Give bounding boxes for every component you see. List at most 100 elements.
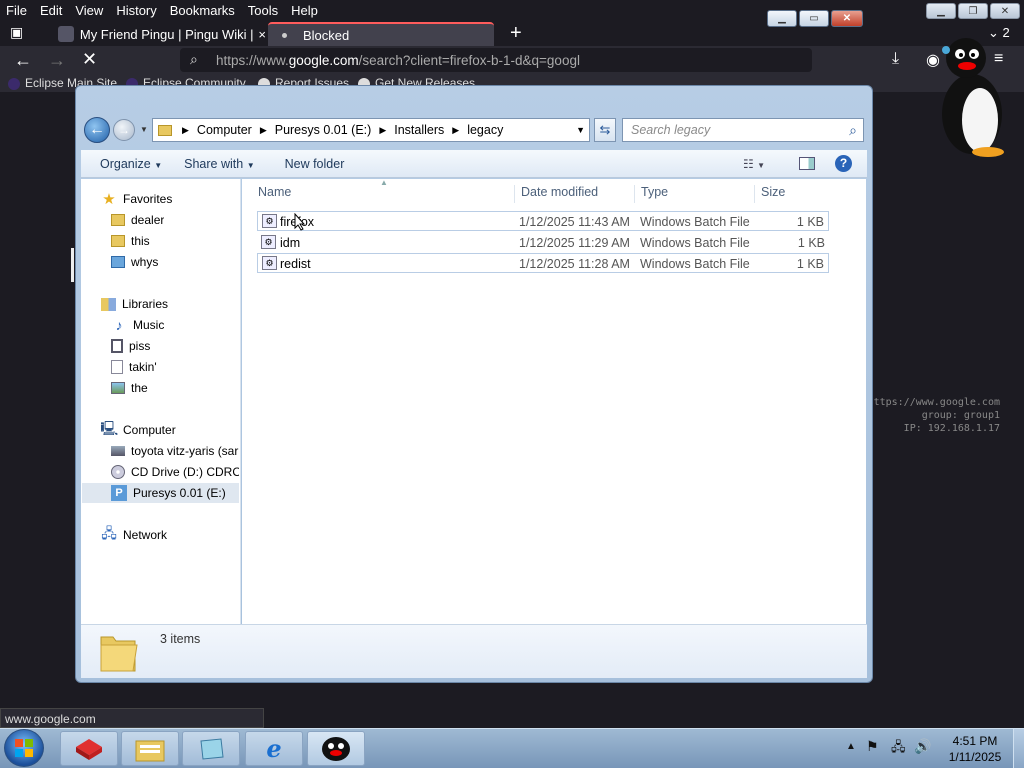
explorer-minimize-button[interactable]: ▁ [767,10,797,27]
menu-view[interactable]: View [75,3,103,18]
stop-icon[interactable]: ✕ [82,49,97,70]
new-folder-button[interactable]: New folder [285,157,345,171]
column-header-date[interactable]: Date modified [514,185,634,203]
explorer-maximize-button[interactable]: ▭ [799,10,829,27]
details-pane: 3 items [81,624,867,678]
download-icon[interactable]: ⤓ [892,50,899,68]
back-arrow-icon[interactable]: ← [14,50,32,71]
tab-close-icon[interactable]: × [258,27,266,42]
explorer-forward-icon[interactable]: → [113,119,135,141]
nav-lib-the[interactable]: the [111,378,148,398]
volume-icon[interactable]: 🔊 [914,738,931,755]
breadcrumb-arrow-icon[interactable]: ▶ [452,125,459,136]
search-placeholder: Search legacy [631,123,711,137]
network-drive-icon [111,446,125,456]
browser-menubar: File Edit View History Bookmarks Tools H… [0,0,1024,20]
url-bar[interactable]: ⌕ https://www. google.com/search?client=f… [180,48,812,72]
breadcrumb-drive[interactable]: Puresys 0.01 (E:) [275,123,372,137]
share-with-button[interactable]: Share with ▼ [184,157,254,171]
file-row-redist[interactable]: ⚙ redist 1/12/2025 11:28 AM Windows Batc… [257,253,829,273]
column-header-size[interactable]: Size [754,185,834,203]
column-header-type[interactable]: Type [634,185,754,203]
search-input[interactable]: Search legacy ⌕ [622,118,864,142]
network-icon: 🖧 [101,525,117,541]
new-tab-button[interactable]: + [510,22,522,45]
removable-drive-icon: P [111,485,127,501]
search-icon: ⌕ [190,51,198,67]
nav-lib-takin[interactable]: takin' [111,357,157,377]
nav-comp-toyota[interactable]: toyota vitz-yaris (sar [111,441,239,461]
nav-fav-dealer[interactable]: dealer [111,210,164,230]
folder-icon [158,124,172,136]
column-label: Size [761,185,786,199]
show-hidden-icons-icon[interactable]: ▲ [846,741,856,752]
breadcrumb-computer[interactable]: Computer [197,123,252,137]
breadcrumb-installers[interactable]: Installers [394,123,444,137]
show-desktop-button[interactable] [1013,729,1024,768]
nav-libraries[interactable]: Libraries [101,294,168,314]
breadcrumb-arrow-icon[interactable]: ▶ [379,125,386,136]
tab-list-icon[interactable]: ▣ [10,24,30,42]
nav-fav-this[interactable]: this [111,231,150,251]
tab-blocked[interactable]: Blocked [268,22,494,46]
url-domain: google.com [288,52,359,68]
explorer-back-icon[interactable]: ← [84,117,110,143]
chevron-down-icon: ▼ [154,160,163,170]
menu-help[interactable]: Help [291,3,318,18]
nav-comp-puresys[interactable]: P Puresys 0.01 (E:) [82,483,239,503]
explorer-close-button[interactable]: ✕ [831,10,863,27]
column-header-name[interactable]: Name [258,185,514,203]
menu-tools[interactable]: Tools [248,3,278,18]
menu-edit[interactable]: Edit [40,3,62,18]
file-row-firefox[interactable]: ⚙ firefox 1/12/2025 11:43 AM Windows Bat… [257,211,829,231]
nav-comp-cd-drive[interactable]: CD Drive (D:) CDROM [111,462,239,482]
action-center-flag-icon[interactable]: ⚑ [866,738,879,755]
tab-pingu-wiki[interactable]: My Friend Pingu | Pingu Wiki | F × [50,22,266,46]
taskbar-app-red[interactable] [60,731,118,766]
minimize-button[interactable]: ▁ [926,3,956,19]
menu-file[interactable]: File [6,3,27,18]
folder-icon [111,256,125,268]
nav-label: Favorites [123,192,173,206]
network-status-icon[interactable]: 🖧 [891,738,906,760]
content-marker [71,248,74,282]
breadcrumb-arrow-icon[interactable]: ▶ [260,125,267,136]
nav-label: Puresys 0.01 (E:) [133,486,226,500]
address-dropdown-icon[interactable]: ▼ [576,125,585,135]
file-type: Windows Batch File [640,257,750,271]
nav-lib-piss[interactable]: piss [111,336,150,356]
nav-lib-music[interactable]: ♪ Music [111,315,165,335]
help-icon[interactable]: ? [835,155,852,172]
nav-network[interactable]: 🖧 Network [101,525,167,545]
recent-pages-dropdown-icon[interactable]: ▼ [140,125,148,134]
organize-label: Organize [100,156,151,171]
start-button[interactable] [4,729,44,767]
document-icon [111,360,123,374]
share-label: Share with [184,156,244,171]
menu-bookmarks[interactable]: Bookmarks [170,3,235,18]
breadcrumb-legacy[interactable]: legacy [467,123,503,137]
file-date: 1/12/2025 11:28 AM [519,257,630,271]
view-options-icon[interactable]: ☷ ▼ [743,157,765,171]
breadcrumb-arrow-icon[interactable]: ▶ [182,125,189,136]
forward-arrow-icon[interactable]: → [48,50,66,71]
organize-button[interactable]: Organize ▼ [100,157,162,171]
nav-fav-whys[interactable]: whys [111,252,158,272]
taskbar-app-blue[interactable] [182,731,240,766]
preview-pane-icon[interactable] [799,157,815,170]
file-row-idm[interactable]: ⚙ idm 1/12/2025 11:29 AM Windows Batch F… [257,233,829,253]
refresh-icon[interactable]: ⇆ [594,118,616,142]
maximize-button[interactable]: ❐ [958,3,988,19]
taskbar-clock[interactable]: 4:51 PM 1/11/2025 [940,733,1010,765]
pictures-icon [111,382,125,394]
address-bar[interactable]: ▶ Computer ▶ Puresys 0.01 (E:) ▶ Install… [152,118,590,142]
taskbar-explorer[interactable] [121,731,179,766]
nav-computer[interactable]: 🖳 Computer [101,420,176,440]
nav-favorites[interactable]: ★ Favorites [101,189,172,209]
close-button[interactable]: ✕ [990,3,1020,19]
pingu-penguin-icon [942,38,1004,157]
menu-history[interactable]: History [116,3,156,18]
dot-icon [282,32,287,38]
taskbar-pingu[interactable] [307,731,365,766]
taskbar-ie[interactable]: e [245,731,303,766]
